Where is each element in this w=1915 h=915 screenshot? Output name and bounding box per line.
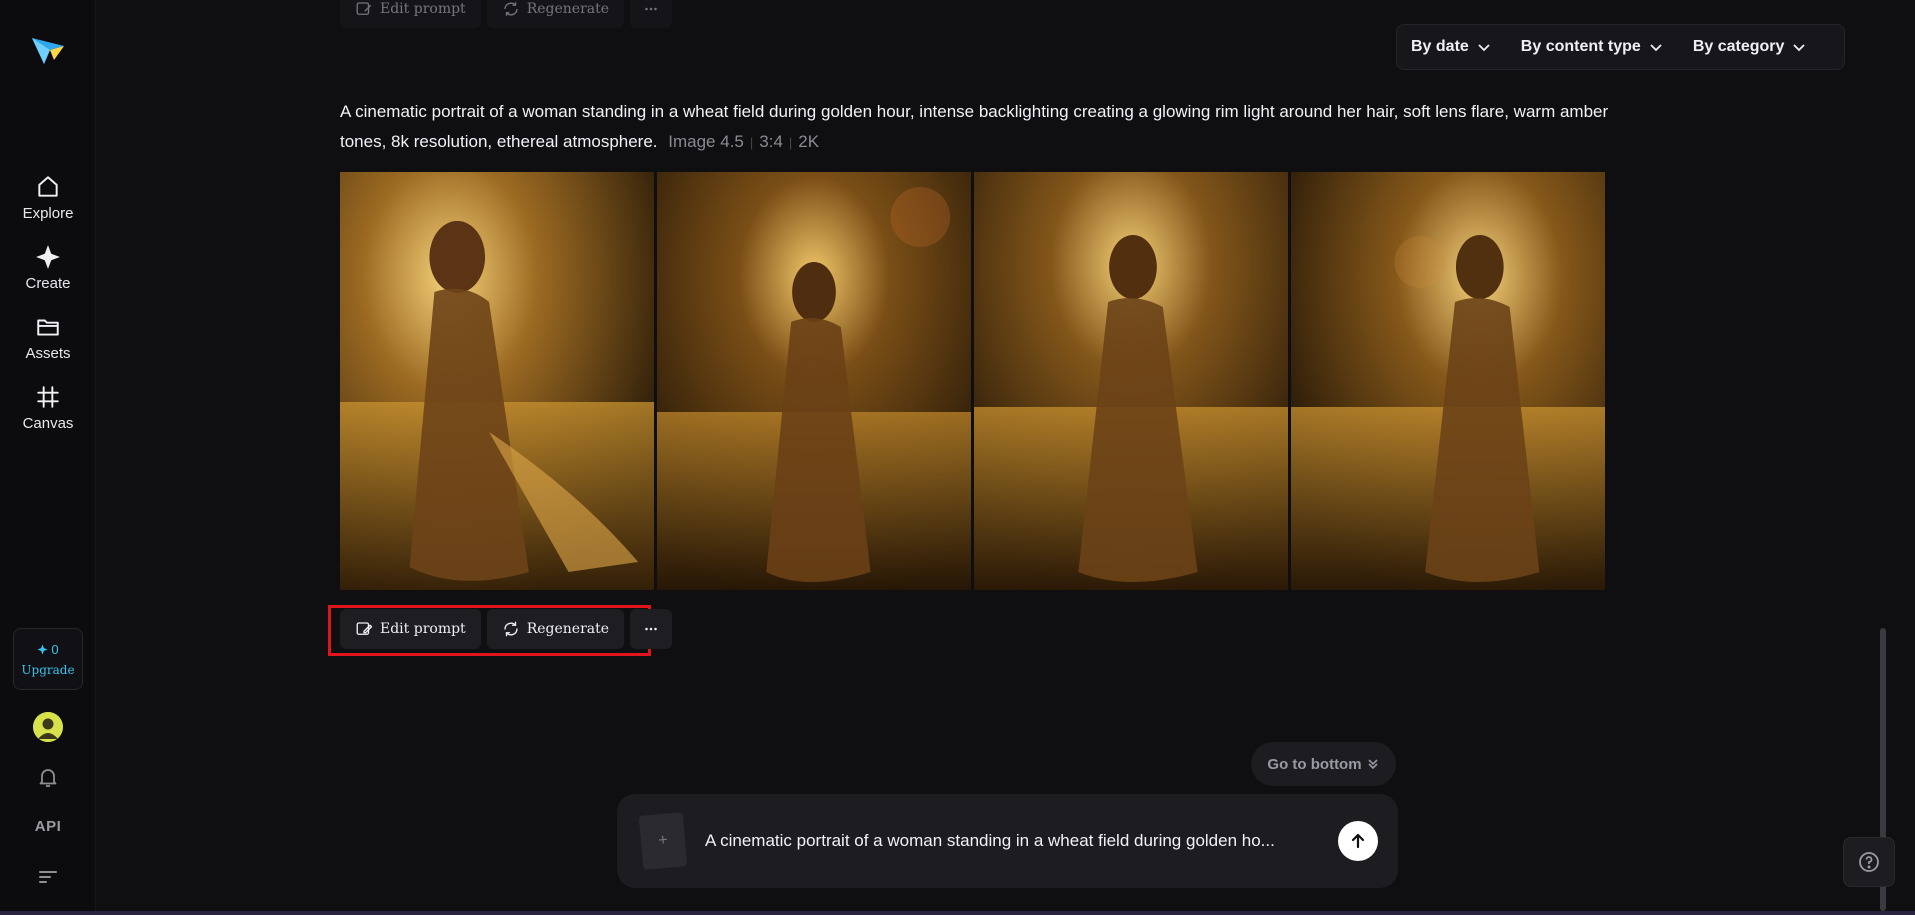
sidebar-item-canvas[interactable]: Canvas xyxy=(0,384,96,444)
previous-action-bar: Edit prompt Regenerate xyxy=(340,0,673,28)
sidebar-item-label: Create xyxy=(25,275,71,292)
aspect-ratio: 3:4 xyxy=(759,132,783,151)
credits-badge: 0 xyxy=(37,641,59,657)
sidebar-item-assets[interactable]: Assets xyxy=(0,314,96,374)
user-icon xyxy=(33,712,63,742)
meta-separator: | xyxy=(749,135,754,150)
help-icon xyxy=(1859,852,1879,872)
image-thumbnail xyxy=(340,172,654,590)
filter-label: By content type xyxy=(1520,38,1641,55)
api-link[interactable]: API xyxy=(0,818,96,835)
more-icon xyxy=(645,7,657,11)
prompt-composer: + A cinematic portrait of a woman standi… xyxy=(617,794,1398,888)
sidebar-item-label: Explore xyxy=(22,205,74,222)
meta-separator: | xyxy=(788,135,793,150)
edit-prompt-button[interactable]: Edit prompt xyxy=(340,609,481,649)
filter-label: By category xyxy=(1692,38,1785,55)
edit-prompt-button-previous[interactable]: Edit prompt xyxy=(340,0,481,28)
more-icon xyxy=(645,627,657,631)
resolution: 2K xyxy=(798,132,820,151)
double-chevron-down-icon xyxy=(1367,759,1378,770)
frame-icon xyxy=(37,386,59,408)
edit-icon xyxy=(356,622,373,635)
regenerate-button[interactable]: Regenerate xyxy=(486,609,625,649)
chevron-down-icon xyxy=(1650,44,1662,52)
image-thumbnail xyxy=(974,172,1288,590)
filter-label: By date xyxy=(1411,38,1469,55)
bottom-strip xyxy=(0,911,1915,915)
go-to-bottom-label: Go to bottom xyxy=(1267,755,1362,773)
sidebar-item-label: Canvas xyxy=(22,415,74,432)
sidebar: Explore Create Assets Canvas 0 Upgrade A… xyxy=(0,0,96,911)
bell-icon[interactable] xyxy=(36,765,60,789)
generated-image[interactable] xyxy=(1291,172,1605,590)
menu-icon[interactable] xyxy=(38,869,58,885)
arrow-up-icon xyxy=(1351,833,1365,849)
generation-meta: Image 4.5 | 3:4 | 2K xyxy=(668,132,819,151)
send-button[interactable] xyxy=(1338,821,1378,861)
filter-by-date[interactable]: By date xyxy=(1411,38,1491,56)
folder-icon xyxy=(37,319,59,336)
edit-prompt-label: Edit prompt xyxy=(380,621,466,637)
credits-count: 0 xyxy=(51,641,59,657)
regenerate-label: Regenerate xyxy=(526,1,610,17)
add-reference-button[interactable]: + xyxy=(638,812,688,870)
model-name: Image 4.5 xyxy=(668,132,744,151)
regenerate-label: Regenerate xyxy=(526,621,610,637)
filter-by-content-type[interactable]: By content type xyxy=(1521,38,1663,56)
upgrade-label: Upgrade xyxy=(21,662,75,677)
prompt-input[interactable]: A cinematic portrait of a woman standing… xyxy=(705,831,1322,851)
generated-image[interactable] xyxy=(657,172,971,590)
sidebar-item-label: Assets xyxy=(25,345,71,362)
image-gallery xyxy=(340,172,1605,590)
prompt-text: A cinematic portrait of a woman standing… xyxy=(340,102,1609,151)
generation-prompt: A cinematic portrait of a woman standing… xyxy=(340,97,1610,158)
generated-image[interactable] xyxy=(974,172,1288,590)
more-button[interactable] xyxy=(630,609,673,649)
sparkle-icon xyxy=(36,245,60,269)
generated-image[interactable] xyxy=(340,172,654,590)
sidebar-item-create[interactable]: Create xyxy=(0,244,96,304)
upgrade-button[interactable]: 0 Upgrade xyxy=(13,628,83,690)
chevron-down-icon xyxy=(1793,44,1806,52)
more-button-previous[interactable] xyxy=(630,0,673,28)
image-thumbnail xyxy=(1291,172,1605,590)
sparkle-icon xyxy=(37,643,48,655)
sidebar-item-explore[interactable]: Explore xyxy=(0,174,96,234)
regenerate-button-previous[interactable]: Regenerate xyxy=(486,0,625,28)
filter-by-category[interactable]: By category xyxy=(1693,38,1807,56)
edit-icon xyxy=(356,2,372,15)
chevron-down-icon xyxy=(1478,44,1490,52)
help-button[interactable] xyxy=(1843,837,1895,887)
refresh-icon xyxy=(504,2,518,16)
go-to-bottom-button[interactable]: Go to bottom xyxy=(1251,742,1396,786)
image-thumbnail xyxy=(657,172,971,590)
refresh-icon xyxy=(504,621,518,637)
logo-icon[interactable] xyxy=(30,34,66,66)
action-bar: Edit prompt Regenerate xyxy=(340,609,673,649)
home-icon xyxy=(38,176,58,197)
avatar[interactable] xyxy=(33,712,63,742)
plus-icon: + xyxy=(657,831,669,850)
filter-bar: By date By content type By category xyxy=(1396,24,1845,70)
edit-prompt-label: Edit prompt xyxy=(380,1,466,17)
app-root: Explore Create Assets Canvas 0 Upgrade A… xyxy=(0,0,1915,915)
